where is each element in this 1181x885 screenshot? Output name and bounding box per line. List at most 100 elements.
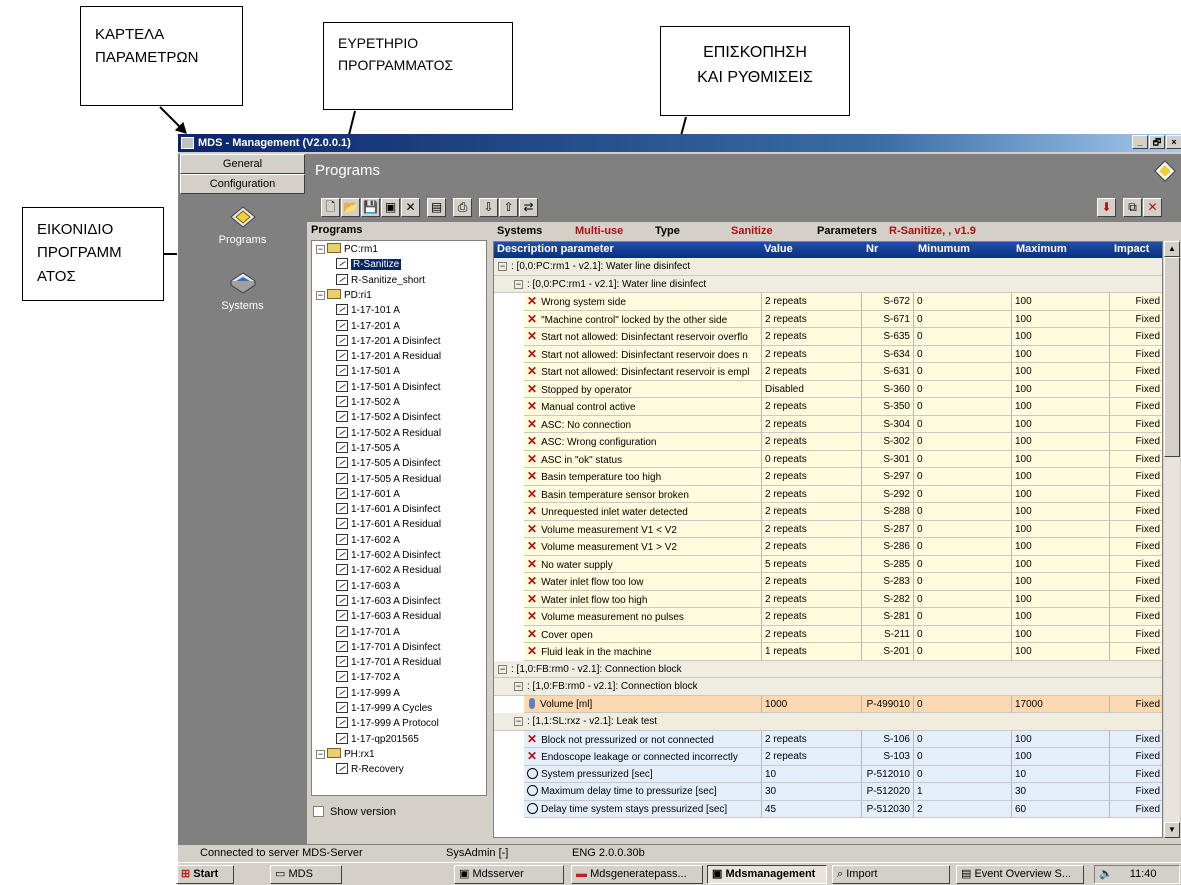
cell-value[interactable]: 2 repeats [762,293,862,311]
group-row[interactable]: −: [1,0:FB:rm0 - v2.1]: Connection block [494,678,1162,696]
save-icon[interactable]: 💾 [361,198,380,217]
parameter-row[interactable]: Delay time system stays pressurized [sec… [494,800,1162,818]
tree-item[interactable]: 1-17-qp201565 [336,732,419,746]
tree-folder[interactable]: − PD:ri1 [316,288,372,302]
tree-item[interactable]: 1-17-603 A Disinfect [336,594,441,608]
collapse-icon[interactable]: − [316,749,325,759]
parameter-row[interactable]: ✕ Block not pressurized or not connected 2… [494,730,1162,748]
group-row[interactable]: −: [1,0:FB:rm0 - v2.1]: Connection block [494,660,1162,678]
parameter-row[interactable]: ✕ Water inlet flow too low 2 repeats S-283 0… [494,573,1162,591]
tree-folder[interactable]: − PH:rx1 [316,747,375,761]
tree-item[interactable]: 1-17-502 A Residual [336,426,441,440]
parameter-row[interactable]: ✕ Cover open 2 repeats S-211 0 100 Fixed [494,625,1162,643]
parameter-row[interactable]: ✕ No water supply 5 repeats S-285 0 100 Fixed [494,555,1162,573]
parameter-row[interactable]: ✕ Start not allowed: Disinfectant reservo… [494,328,1162,346]
tree-item[interactable]: 1-17-201 A Residual [336,350,441,363]
open-icon[interactable]: 📂 [341,198,360,217]
tree-item[interactable]: R-Recovery [336,763,404,776]
tree-item[interactable]: 1-17-602 A [336,533,400,547]
minimize-button[interactable]: _ [1132,135,1148,149]
collapse-icon[interactable]: − [514,279,523,289]
tree-item[interactable]: 1-17-603 A Residual [336,610,441,623]
parameter-row[interactable]: ✕ Water inlet flow too high 2 repeats S-282… [494,590,1162,608]
parameter-row[interactable]: ✕ Start not allowed: Disinfectant reservo… [494,363,1162,381]
col-maximum[interactable]: Maximum [1016,243,1067,255]
tree-item[interactable]: 1-17-701 A [336,625,400,639]
parameter-row[interactable]: ✕ Wrong system side 2 repeats S-672 0 100 Fixe… [494,293,1162,311]
cell-value[interactable]: 0 repeats [762,450,862,468]
parameter-row[interactable]: ✕ "Machine control" locked by the other s… [494,310,1162,328]
tree-item[interactable]: 1-17-501 A Disinfect [336,380,441,394]
import-icon[interactable]: ⇩ [479,198,498,217]
cell-value[interactable]: 2 repeats [762,415,862,433]
tree-item[interactable]: 1-17-502 A Disinfect [336,411,441,424]
print-icon[interactable]: ⎙ [453,198,472,217]
parameter-row[interactable]: ✕ Manual control active 2 repeats S-350 0 100… [494,398,1162,416]
start-button[interactable]: ⊞ Start [176,865,234,884]
parameter-row[interactable]: ✕ ASC: No connection 2 repeats S-304 0 100 Fix… [494,415,1162,433]
tree-item[interactable]: 1-17-603 A [336,579,400,593]
collapse-icon[interactable]: − [316,290,325,300]
tree-item[interactable]: 1-17-201 A Disinfect [336,334,441,348]
group-row[interactable]: −: [0,0:PC:rm1 - v2.1]: Water line disin… [494,275,1162,293]
cell-value[interactable]: 2 repeats [762,748,862,766]
tree-item[interactable]: R-Sanitize [336,258,402,271]
collapse-icon[interactable]: − [498,262,507,271]
tree-item[interactable]: 1-17-201 A [336,319,400,333]
task-item-mds[interactable]: ▭ MDS [270,865,342,884]
cell-value[interactable]: 2 repeats [762,538,862,556]
parameter-row[interactable]: ✕ Basin temperature too high 2 repeats S-29… [494,468,1162,486]
tree-item[interactable]: 1-17-505 A [336,441,400,455]
cell-value[interactable]: 2 repeats [762,590,862,608]
checkbox-icon[interactable] [313,806,324,817]
collapse-icon[interactable]: − [316,245,325,254]
cell-value[interactable]: 2 repeats [762,520,862,538]
task-item-mdsmanagement[interactable]: ▣ Mdsmanagement [707,865,827,884]
copy-icon[interactable]: ⧉ [1123,198,1142,217]
cell-value[interactable]: 2 repeats [762,625,862,643]
cell-value[interactable]: 2 repeats [762,485,862,503]
tree-item[interactable]: 1-17-999 A [336,686,400,700]
cell-value[interactable]: 2 repeats [762,608,862,626]
volume-icon[interactable]: 🔈 [1099,868,1113,880]
tree-item[interactable]: 1-17-501 A [336,365,400,378]
close-button[interactable]: × [1166,135,1181,149]
task-item-import[interactable]: ⌕ Import [832,865,950,884]
parameter-row[interactable]: ✕ Stopped by operator Disabled S-360 0 100 Fix… [494,380,1162,398]
parameter-row[interactable]: ✕ Unrequested inlet water detected 2 repea… [494,503,1162,521]
scroll-down-icon[interactable]: ▼ [1164,822,1180,838]
collapse-icon[interactable]: − [498,664,507,674]
transfer-icon[interactable]: ⇄ [519,198,538,217]
parameter-row[interactable]: ✕ ASC: Wrong configuration 2 repeats S-302 0… [494,433,1162,451]
col-impact[interactable]: Impact [1114,243,1149,255]
tree-item[interactable]: R-Sanitize_short [336,273,425,287]
cell-value[interactable]: 2 repeats [762,730,862,748]
parameter-row[interactable]: ✕ Basin temperature sensor broken 2 repeat… [494,485,1162,503]
new-icon[interactable]: 🗋 [321,198,340,217]
parameter-row[interactable]: System pressurized [sec] 10 P-512010 0 10 Fix… [494,765,1162,783]
tree-item[interactable]: 1-17-602 A Disinfect [336,549,441,562]
maximize-button[interactable]: 🗗 [1149,135,1165,149]
task-item-mdsgeneratepass[interactable]: ▬ Mdsgeneratepass... [571,865,703,884]
col-nr[interactable]: Nr [866,243,878,255]
properties-icon[interactable]: ▤ [427,198,446,217]
export-icon[interactable]: ⇧ [499,198,518,217]
cell-value[interactable]: 2 repeats [762,363,862,381]
task-item-event-overview[interactable]: ▤ Event Overview S... [956,865,1084,884]
tree-item[interactable]: 1-17-602 A Residual [336,564,441,577]
col-minimum[interactable]: Minumum [918,243,970,255]
cell-value[interactable]: 2 repeats [762,503,862,521]
tree-item[interactable]: 1-17-999 A Protocol [336,717,439,730]
cell-value[interactable]: 2 repeats [762,433,862,451]
tree-folder[interactable]: − PC:rm1 [316,243,378,256]
nav-general-button[interactable]: General [180,154,305,174]
cell-value[interactable]: 2 repeats [762,468,862,486]
tree-item[interactable]: 1-17-601 A Disinfect [336,503,441,516]
save-as-icon[interactable]: ▣ [381,198,400,217]
tree-item[interactable]: 1-17-702 A [336,671,400,684]
col-value[interactable]: Value [764,243,793,255]
scroll-thumb[interactable] [1164,257,1180,457]
nav-configuration-button[interactable]: Configuration [180,174,305,194]
program-tree[interactable]: − PC:rm1 R-Sanitize R-Sanitize_short − PD:ri1… [311,240,487,796]
cell-value[interactable]: 30 [762,783,862,801]
